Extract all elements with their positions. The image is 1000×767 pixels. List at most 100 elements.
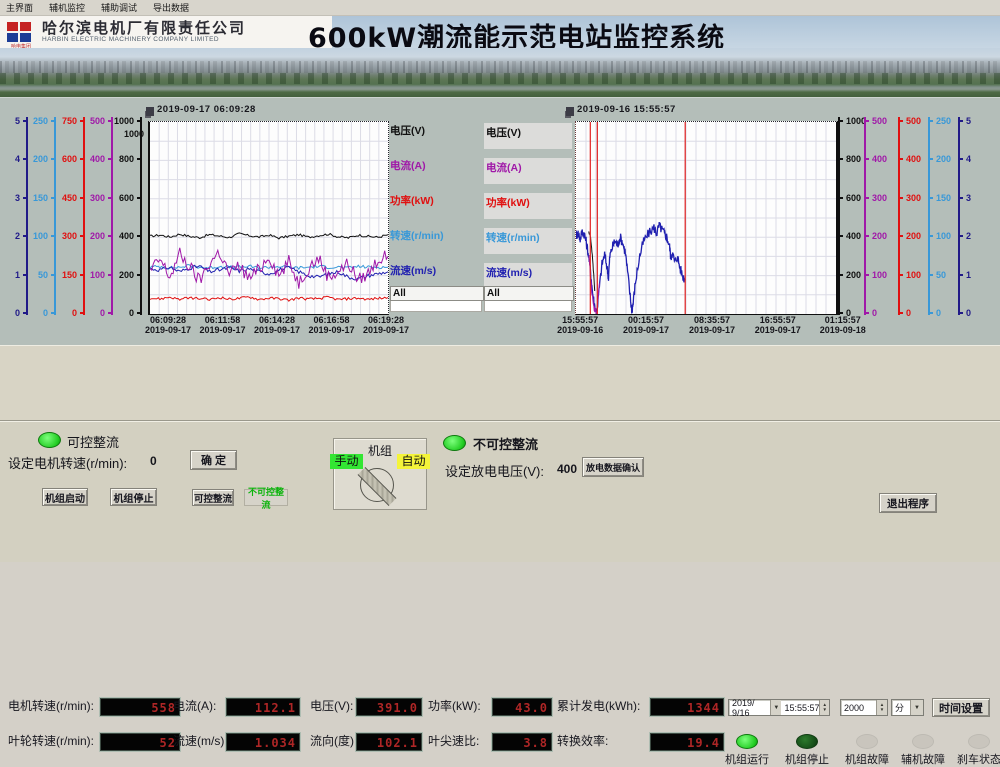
legend-item-1-0[interactable]: 电压(V)	[484, 123, 572, 149]
legend-scroll-strip[interactable]	[484, 301, 572, 312]
led-display: 391.0	[356, 698, 422, 716]
interval-spinbox[interactable]: 2000 ▲▼	[840, 699, 888, 716]
axis-tick-label: 50	[936, 271, 946, 280]
chart-timestamp: 2019-09-16 15:55:57	[566, 104, 676, 116]
axis-tick-label: 400	[872, 155, 887, 164]
readout-label: 电机转速(r/min):	[8, 698, 94, 715]
discharge-confirm-button[interactable]: 放电数据确认	[582, 457, 644, 477]
time-set-button[interactable]: 时间设置	[932, 698, 990, 717]
led-display: 1344	[650, 698, 724, 716]
status-label: 刹车状态	[950, 751, 1000, 767]
confirm-button[interactable]: 确 定	[190, 450, 237, 470]
menu-item-2[interactable]: 辅助调试	[101, 1, 137, 14]
axis-tick-label: 600	[62, 155, 77, 164]
controlled-rectifier-button[interactable]: 可控整流	[192, 489, 234, 506]
legend-item-0-0[interactable]: 电压(V)	[390, 123, 425, 138]
legend-item-0-1[interactable]: 电流(A)	[390, 158, 426, 173]
date-dropdown-arrow-icon[interactable]: ▼	[770, 700, 781, 715]
led-display: 102.1	[356, 733, 422, 751]
axis-tick-label: 300	[62, 232, 77, 241]
interval-unit-dropdown[interactable]: 分 ▼	[891, 699, 924, 716]
datetime-picker[interactable]: 2019/ 9/16 ▼ 15:55:57 ▲▼	[728, 699, 830, 716]
timestamp-text: 2019-09-17 06:09:28	[157, 104, 256, 115]
unit-stop-button[interactable]: 机组停止	[110, 488, 157, 506]
menu-item-3[interactable]: 导出数据	[153, 1, 189, 14]
y-axis-0-2: 0150300450600750	[60, 121, 85, 313]
x-tick-label: 16:55:572019-09-17	[755, 315, 801, 335]
plot-area-0[interactable]	[148, 121, 389, 315]
time-value: 15:55:57	[781, 703, 819, 713]
control-panel: 可控整流 设定电机转速(r/min): 0 确 定 机组启动 机组停止 可控整流…	[0, 420, 1000, 562]
status-label: 机组故障	[838, 751, 896, 767]
readout-label: 功率(kW):	[428, 698, 481, 715]
legend-all-button[interactable]: All	[390, 286, 484, 301]
axis-tick-label: 0	[129, 309, 134, 318]
axis-tick-label: 600	[119, 194, 134, 203]
unit-dropdown-arrow-icon[interactable]: ▼	[910, 700, 923, 715]
date-value: 2019/ 9/16	[729, 698, 768, 718]
plot-area-1[interactable]	[575, 121, 838, 315]
axis-tick-label: 150	[33, 194, 48, 203]
x-tick-label: 00:15:572019-09-17	[623, 315, 669, 335]
axis-tick-label: 800	[846, 155, 861, 164]
x-tick-label: 06:19:282019-09-17	[363, 315, 409, 335]
axis-tick-label: 200	[872, 232, 887, 241]
status-lamp-icon	[912, 734, 934, 749]
menu-item-1[interactable]: 辅机监控	[49, 1, 85, 14]
y-axis-0-3: 0100200300400500	[88, 121, 113, 313]
axis-tick-label: 2	[966, 232, 971, 241]
status-label: 机组停止	[778, 751, 836, 767]
legend-item-0-4[interactable]: 流速(m/s)	[390, 263, 436, 278]
legend-item-1-3[interactable]: 转速(r/min)	[484, 228, 572, 254]
axis-tick-label: 750	[62, 117, 77, 126]
readouts-panel: 2019/ 9/16 ▼ 15:55:57 ▲▼ 2000 ▲▼ 分 ▼ 时间设…	[0, 345, 1000, 421]
uncontrolled-rectifier-button[interactable]: 不可控整流	[244, 489, 288, 506]
set-voltage-value[interactable]: 400	[557, 462, 577, 476]
unit-start-button[interactable]: 机组启动	[42, 488, 88, 506]
axis-tick-label: 4	[15, 155, 20, 164]
readout-label: 流向(度):	[310, 733, 357, 750]
led-display: 52	[100, 733, 180, 751]
readout-label: 叶尖速比:	[428, 733, 479, 750]
status-lamp-icon	[736, 734, 758, 749]
set-voltage-label: 设定放电电压(V):	[445, 461, 544, 480]
y-axis-0-0: 012345	[4, 121, 28, 313]
legend-item-0-2[interactable]: 功率(kW)	[390, 193, 434, 208]
readout-label: 电流(A):	[173, 698, 216, 715]
readout-label: 转换效率:	[557, 733, 608, 750]
axis-tick-label: 1000	[114, 117, 134, 126]
readout-label: 电压(V):	[310, 698, 353, 715]
y-axis-1-1: 0100200300400500	[864, 121, 892, 313]
led-display: 43.0	[492, 698, 552, 716]
axis-tick-label: 500	[872, 117, 887, 126]
header: 哈电集团 哈尔滨电机厂有限责任公司 HARBIN ELECTRIC MACHIN…	[0, 16, 1000, 48]
uncontrolled-rectifier-label: 不可控整流	[473, 434, 538, 453]
x-tick-label: 06:14:282019-09-17	[254, 315, 300, 335]
legend-scroll-strip[interactable]	[390, 301, 482, 312]
mode-selector-knob[interactable]	[360, 468, 394, 502]
exit-program-button[interactable]: 退出程序	[879, 493, 937, 513]
clock-icon	[566, 107, 574, 116]
legend-item-0-3[interactable]: 转速(r/min)	[390, 228, 444, 243]
axis-tick-label: 0	[100, 309, 105, 318]
axis-tick-label: 3	[15, 194, 20, 203]
led-display: 112.1	[226, 698, 300, 716]
time-spinner[interactable]: ▲▼	[819, 700, 829, 715]
menu-item-0[interactable]: 主界面	[6, 1, 33, 14]
axis-tick-label: 150	[936, 194, 951, 203]
status-label: 辅机故障	[894, 751, 952, 767]
x-tick-label: 01:15:572019-09-18	[820, 315, 866, 335]
legend-all-button[interactable]: All	[484, 286, 574, 301]
led-display: 19.4	[650, 733, 724, 751]
axis-tick-label: 250	[33, 117, 48, 126]
axis-tick-label: 800	[119, 155, 134, 164]
set-speed-value[interactable]: 0	[150, 454, 157, 468]
axis-tick-label: 0	[72, 309, 77, 318]
interval-spinner[interactable]: ▲▼	[876, 700, 887, 715]
legend-item-1-2[interactable]: 功率(kW)	[484, 193, 572, 219]
x-tick-label: 06:16:582019-09-17	[308, 315, 354, 335]
axis-tick-label: 0	[43, 309, 48, 318]
axis-tick-label: 200	[119, 271, 134, 280]
axis-tick-label: 1	[15, 271, 20, 280]
legend-item-1-1[interactable]: 电流(A)	[484, 158, 572, 184]
